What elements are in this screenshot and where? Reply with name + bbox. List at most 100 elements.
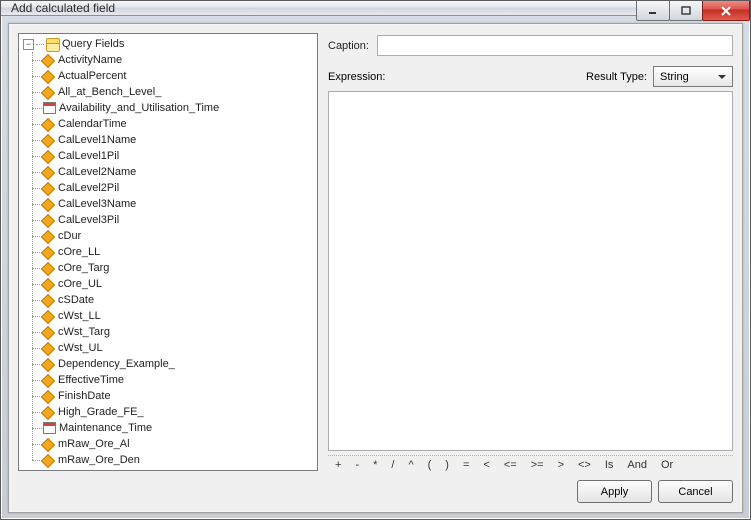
operator-button[interactable]: ) — [438, 459, 456, 471]
tree-item[interactable]: ActualPercent — [43, 68, 317, 84]
tree-item-label: cOre_UL — [58, 278, 102, 290]
tree-item[interactable]: cWst_UL — [43, 340, 317, 356]
calendar-icon — [43, 422, 56, 434]
field-icon — [43, 150, 55, 162]
tree-item-label: CalLevel2Pil — [58, 182, 119, 194]
tree-item-label: CalLevel3Pil — [58, 214, 119, 226]
tree-item[interactable]: cWst_LL — [43, 308, 317, 324]
operator-toolbar: +-*/^()=<<=>=><>IsAndOr — [328, 455, 733, 471]
tree-item-label: cOre_Targ — [58, 262, 109, 274]
tree-item-label: CalLevel1Pil — [58, 150, 119, 162]
operator-button[interactable]: ( — [421, 459, 439, 471]
expression-textarea[interactable] — [328, 91, 733, 451]
field-icon — [43, 118, 55, 130]
tree-item[interactable]: CalLevel1Pil — [43, 148, 317, 164]
tree-item[interactable]: cOre_Targ — [43, 260, 317, 276]
operator-button[interactable]: / — [384, 459, 401, 471]
tree-item[interactable]: CalLevel1Name — [43, 132, 317, 148]
apply-button-label: Apply — [601, 486, 629, 498]
window-controls — [637, 1, 750, 23]
tree-item-label: CalLevel2Name — [58, 166, 136, 178]
tree-item[interactable]: cOre_LL — [43, 244, 317, 260]
field-icon — [43, 294, 55, 306]
tree-item[interactable]: ActivityName — [43, 52, 317, 68]
tree-root-label: Query Fields — [62, 38, 124, 50]
operator-button[interactable]: Or — [654, 459, 680, 471]
operator-button[interactable]: And — [620, 459, 654, 471]
tree-item-label: ActualPercent — [58, 70, 126, 82]
operator-button[interactable]: = — [456, 459, 476, 471]
field-icon — [43, 262, 55, 274]
operator-button[interactable]: * — [366, 459, 384, 471]
calendar-icon — [43, 102, 56, 114]
tree-item-label: CalendarTime — [58, 118, 127, 130]
operator-button[interactable]: < — [476, 459, 496, 471]
field-icon — [43, 390, 55, 402]
tree-item[interactable]: EffectiveTime — [43, 372, 317, 388]
query-fields-tree[interactable]: − Query Fields ActivityName ActualPercent… — [18, 33, 318, 471]
result-type-select[interactable]: String — [653, 66, 733, 87]
tree-item[interactable]: cDur — [43, 228, 317, 244]
tree-root[interactable]: − Query Fields — [23, 36, 317, 52]
minimize-icon — [648, 6, 658, 16]
field-icon — [43, 358, 55, 370]
caption-row: Caption: — [328, 35, 733, 56]
tree-item[interactable]: mRaw_Ore_Den — [43, 452, 317, 468]
tree-item-label: mRaw_Ore_Den — [58, 454, 140, 466]
caption-label: Caption: — [328, 40, 369, 52]
maximize-button[interactable] — [669, 1, 703, 21]
tree-item[interactable]: Dependency_Example_ — [43, 356, 317, 372]
tree-item-label: cSDate — [58, 294, 94, 306]
operator-button[interactable]: + — [328, 459, 348, 471]
tree-item-label: mRaw_Ore_Al — [58, 438, 130, 450]
close-button[interactable] — [702, 1, 750, 21]
operator-button[interactable]: - — [348, 459, 366, 471]
tree-item[interactable]: mRaw_Ore_Al — [43, 436, 317, 452]
tree-item[interactable]: All_at_Bench_Level_ — [43, 84, 317, 100]
tree-inner: − Query Fields ActivityName ActualPercent… — [19, 34, 317, 470]
cancel-button[interactable]: Cancel — [658, 480, 733, 503]
operator-button[interactable]: <= — [497, 459, 524, 471]
tree-item[interactable]: CalLevel2Pil — [43, 180, 317, 196]
collapse-icon[interactable]: − — [23, 39, 34, 50]
tree-item[interactable]: Availability_and_Utilisation_Time — [43, 100, 317, 116]
tree-item[interactable]: CalLevel3Pil — [43, 212, 317, 228]
tree-item[interactable]: cOre_UL — [43, 276, 317, 292]
operator-button[interactable]: Is — [598, 459, 621, 471]
body-row: − Query Fields ActivityName ActualPercent… — [18, 33, 733, 471]
close-icon — [720, 6, 732, 16]
field-icon — [43, 278, 55, 290]
apply-button[interactable]: Apply — [577, 480, 652, 503]
tree-item[interactable]: CalendarTime — [43, 116, 317, 132]
operator-button[interactable]: > — [551, 459, 571, 471]
tree-item-label: All_at_Bench_Level_ — [58, 86, 161, 98]
field-icon — [43, 374, 55, 386]
tree-item-label: cWst_Targ — [58, 326, 110, 338]
tree-item[interactable]: CalLevel3Name — [43, 196, 317, 212]
tree-item-label: CalLevel1Name — [58, 134, 136, 146]
window-frame: Add calculated field − — [0, 0, 751, 520]
tree-item[interactable]: CalLevel2Name — [43, 164, 317, 180]
tree-item-label: ActivityName — [58, 54, 122, 66]
tree-item-label: High_Grade_FE_ — [58, 406, 144, 418]
field-icon — [43, 214, 55, 226]
tree-item-label: Dependency_Example_ — [58, 358, 175, 370]
field-icon — [43, 310, 55, 322]
tree-item[interactable]: cWst_Targ — [43, 324, 317, 340]
tree-item-label: Maintenance_Time — [59, 422, 152, 434]
minimize-button[interactable] — [636, 1, 670, 21]
result-type-value: String — [660, 71, 689, 83]
tree-item[interactable]: High_Grade_FE_ — [43, 404, 317, 420]
tree-item[interactable]: cSDate — [43, 292, 317, 308]
caption-input[interactable] — [377, 35, 733, 56]
operator-button[interactable]: <> — [571, 459, 598, 471]
field-icon — [43, 454, 55, 466]
operator-button[interactable]: >= — [524, 459, 551, 471]
field-icon — [43, 406, 55, 418]
tree-item[interactable]: Maintenance_Time — [43, 420, 317, 436]
field-icon — [43, 182, 55, 194]
tree-item[interactable]: FinishDate — [43, 388, 317, 404]
operator-button[interactable]: ^ — [401, 459, 420, 471]
field-icon — [43, 70, 55, 82]
tree-item-label: cDur — [58, 230, 81, 242]
